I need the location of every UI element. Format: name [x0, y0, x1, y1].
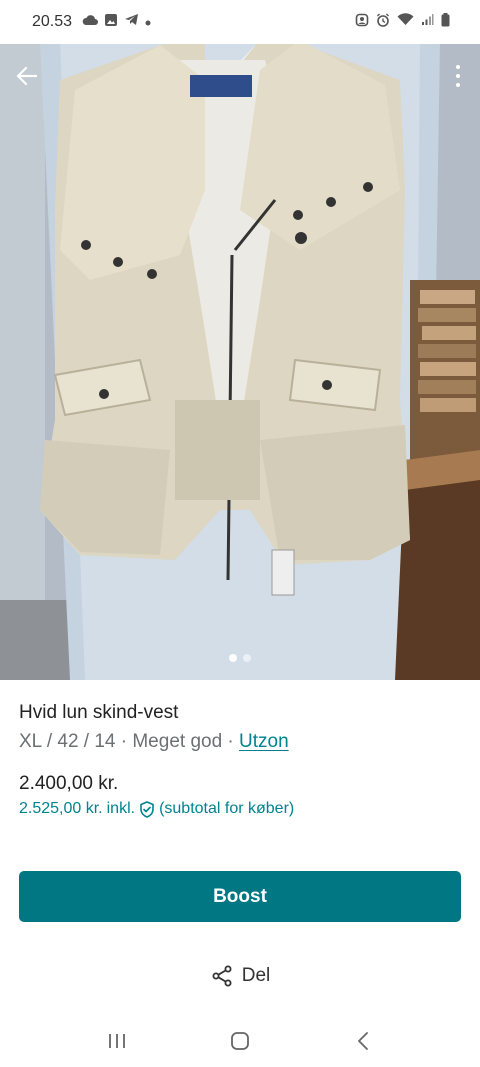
- item-size-condition: XL / 42 / 14 · Meget god ·: [19, 731, 240, 752]
- alarm-person-icon: [355, 13, 369, 32]
- price-incl-buyer-protection[interactable]: 2.525,00 kr. inkl. (subtotal for køber): [19, 798, 294, 820]
- share-icon: [212, 965, 232, 987]
- alarm-icon: [376, 13, 390, 32]
- signal-icon: [421, 13, 434, 31]
- status-bar: 20.53: [0, 0, 480, 44]
- item-info: Hvid lun skind-vest XL / 42 / 14 · Meget…: [19, 700, 461, 757]
- price-incl-amount: 2.525,00 kr.: [19, 800, 103, 817]
- brand-link[interactable]: Utzon: [239, 731, 289, 752]
- boost-button[interactable]: Boost: [19, 871, 461, 922]
- item-title: Hvid lun skind-vest: [19, 702, 179, 723]
- item-photo[interactable]: [0, 40, 480, 680]
- home-button[interactable]: [220, 1021, 260, 1061]
- price-incl-label: inkl.: [106, 800, 136, 817]
- system-navigation-bar: [0, 1015, 480, 1067]
- gallery-notification-icon: [104, 13, 118, 32]
- price-incl-note: (subtotal for køber): [159, 800, 295, 817]
- status-time: 20.53: [32, 13, 73, 30]
- status-right: [355, 12, 450, 32]
- gallery-dot-active[interactable]: [229, 654, 237, 662]
- notification-dot-icon: [145, 13, 151, 31]
- gallery-pagination: [229, 654, 251, 662]
- home-icon: [231, 1032, 249, 1050]
- more-options-button[interactable]: [448, 60, 468, 92]
- more-dots-icon: [456, 65, 460, 69]
- recents-button[interactable]: [97, 1021, 137, 1061]
- cloud-icon: [82, 13, 99, 31]
- battery-icon: [441, 12, 450, 32]
- item-price: 2.400,00 kr.: [19, 773, 119, 794]
- back-button[interactable]: [10, 60, 42, 92]
- recents-icon: [108, 1034, 125, 1048]
- vest-photo-illustration: [0, 40, 480, 680]
- gallery-dot[interactable]: [243, 654, 251, 662]
- chevron-left-icon: [358, 1032, 369, 1050]
- arrow-left-icon: [16, 66, 37, 86]
- wifi-icon: [397, 13, 414, 31]
- share-button[interactable]: Del: [0, 960, 480, 992]
- item-details: XL / 42 / 14 · Meget god · Utzon: [19, 727, 461, 757]
- shield-check-icon: [139, 800, 155, 818]
- status-left: 20.53: [32, 13, 151, 32]
- system-back-button[interactable]: [343, 1021, 383, 1061]
- telegram-icon: [124, 13, 139, 31]
- share-label: Del: [241, 965, 271, 986]
